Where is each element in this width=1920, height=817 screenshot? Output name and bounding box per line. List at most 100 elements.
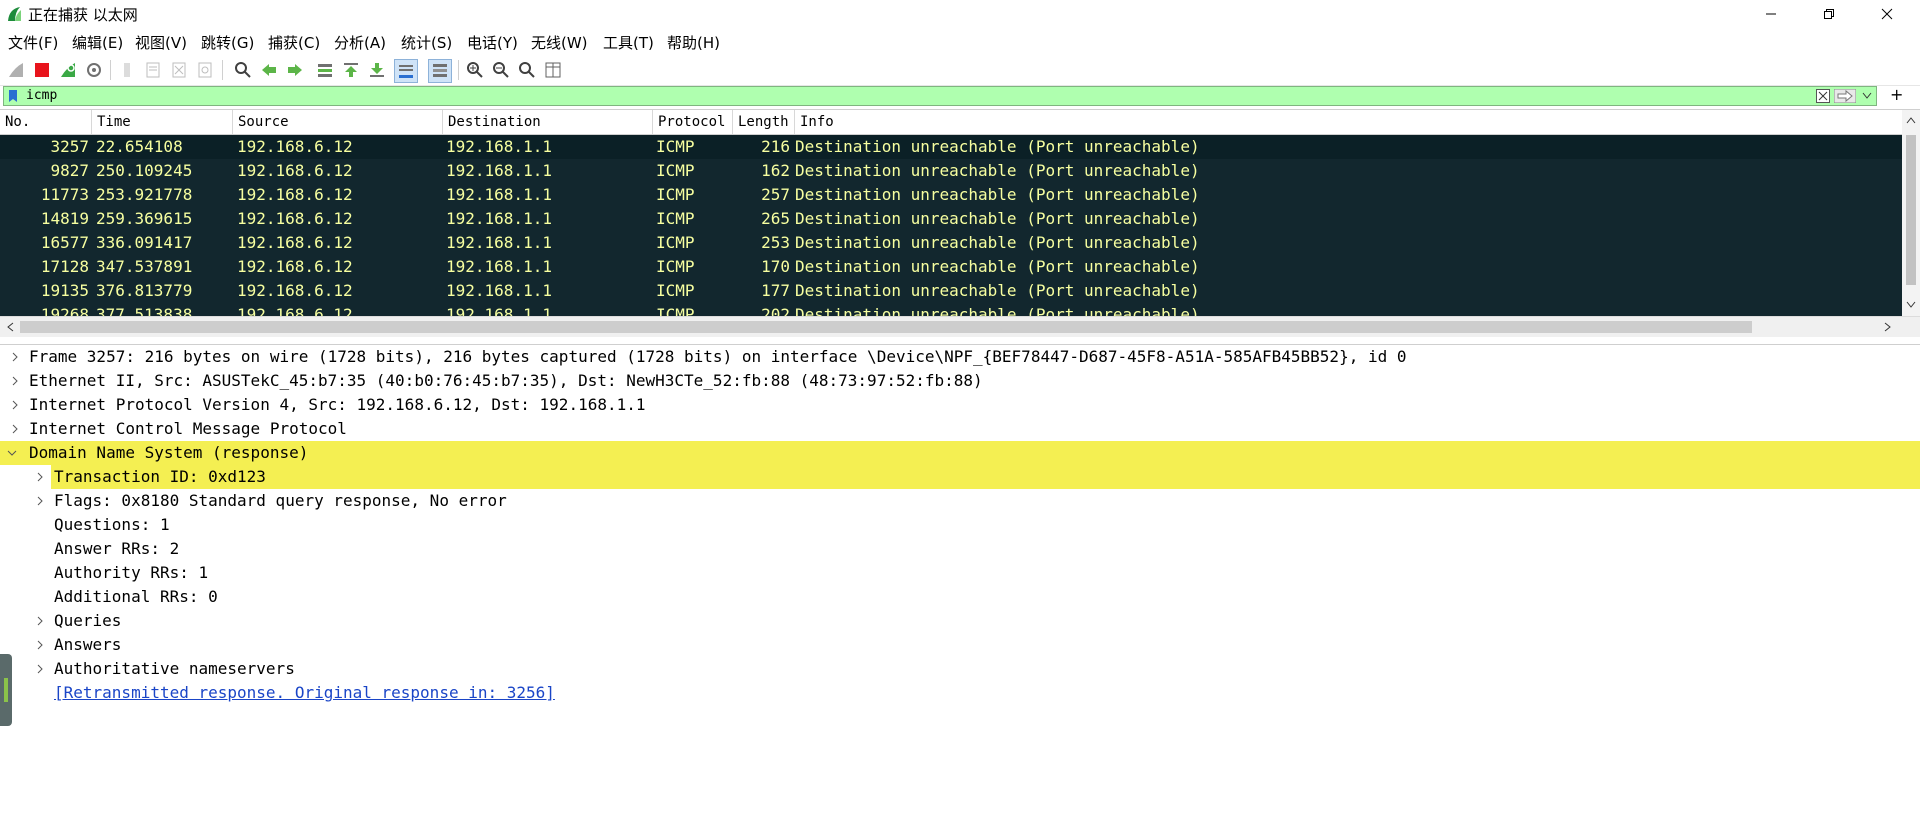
tree-item-icmp[interactable]: Internet Control Message Protocol [0,417,1920,441]
chevron-right-icon[interactable] [33,465,47,489]
clear-filter-icon[interactable] [1816,89,1830,103]
filter-dropdown-icon[interactable] [1862,92,1872,100]
packet-row[interactable]: 9827 250.109245 192.168.6.12 192.168.1.1… [0,159,1902,183]
toolbar-separator [110,60,111,80]
close-window-button[interactable] [1858,0,1916,28]
scroll-right-icon[interactable] [1884,322,1892,332]
side-panel-handle[interactable] [0,654,12,726]
restart-capture-button[interactable] [57,59,79,81]
packet-row[interactable]: 11773 253.921778 192.168.6.12 192.168.1.… [0,183,1902,207]
save-file-button[interactable] [142,59,164,81]
column-header-no[interactable]: No. [0,110,92,134]
autoscroll-icon [399,65,413,78]
open-file-button[interactable] [116,59,138,81]
vertical-scroll-thumb[interactable] [1906,135,1916,285]
chevron-right-icon[interactable] [33,657,47,681]
packet-row[interactable]: 19268 377.513838 192.168.6.12 192.168.1.… [0,303,1902,316]
tree-item-answers[interactable]: Answers [0,633,1920,657]
menu-view[interactable]: 视图(V) [135,32,187,53]
column-header-length[interactable]: Length [733,110,795,134]
display-filter-input[interactable]: icmp [3,86,1877,106]
tree-item-authority-rrs[interactable]: Authority RRs: 1 [0,561,1920,585]
apply-filter-icon[interactable] [1834,89,1856,103]
chevron-right-icon[interactable] [8,345,22,369]
chevron-right-icon[interactable] [33,489,47,513]
tree-item-transaction-id[interactable]: Transaction ID: 0xd123 [37,465,1920,489]
tree-item-flags[interactable]: Flags: 0x8180 Standard query response, N… [0,489,1920,513]
column-header-destination[interactable]: Destination [443,110,653,134]
menu-help[interactable]: 帮助(H) [667,32,720,53]
go-to-packet-button[interactable] [314,59,336,81]
scroll-up-icon[interactable] [1906,116,1916,124]
packet-list-vertical-scrollbar[interactable] [1902,110,1920,316]
packet-source: 192.168.6.12 [237,281,353,300]
chevron-right-icon[interactable] [8,417,22,441]
reload-file-button[interactable] [194,59,216,81]
scroll-down-icon[interactable] [1906,301,1916,309]
retransmitted-response-link[interactable]: [Retransmitted response. Original respon… [54,681,555,705]
chevron-right-icon[interactable] [33,609,47,633]
restore-button[interactable] [1800,0,1858,28]
capture-options-button[interactable] [83,59,105,81]
autoscroll-button[interactable] [394,59,418,83]
packet-no: 3257 [50,137,89,156]
bookmark-icon[interactable] [8,89,18,103]
stop-capture-button[interactable] [31,59,53,81]
menu-tools[interactable]: 工具(T) [603,32,654,53]
packet-list-horizontal-scrollbar[interactable] [0,316,1920,337]
zoom-in-button[interactable] [464,59,486,81]
menu-wireless[interactable]: 无线(W) [531,32,588,53]
column-header-source[interactable]: Source [233,110,443,134]
close-file-button[interactable] [168,59,190,81]
last-packet-button[interactable] [366,59,388,81]
zoom-out-button[interactable] [490,59,512,81]
packet-time: 250.109245 [96,161,193,180]
first-packet-button[interactable] [340,59,362,81]
scroll-left-icon[interactable] [6,322,14,332]
go-to-packet-icon [318,64,332,77]
tree-item-answer-rrs[interactable]: Answer RRs: 2 [0,537,1920,561]
go-forward-button[interactable] [284,59,306,81]
start-capture-button[interactable] [5,59,27,81]
find-packet-button[interactable] [232,59,254,81]
column-header-info[interactable]: Info [795,110,1902,134]
tree-item-authoritative-nameservers[interactable]: Authoritative nameservers [0,657,1920,681]
menu-file[interactable]: 文件(F) [8,32,58,53]
tree-item-label: Authority RRs: 1 [54,563,209,582]
horizontal-scroll-thumb[interactable] [20,321,1752,333]
menu-go[interactable]: 跳转(G) [201,32,254,53]
tree-item-frame[interactable]: Frame 3257: 216 bytes on wire (1728 bits… [0,345,1920,369]
tree-item-ipv4[interactable]: Internet Protocol Version 4, Src: 192.16… [0,393,1920,417]
menu-edit[interactable]: 编辑(E) [72,32,123,53]
go-back-button[interactable] [258,59,280,81]
packet-row[interactable]: 19135 376.813779 192.168.6.12 192.168.1.… [0,279,1902,303]
tree-item-ethernet[interactable]: Ethernet II, Src: ASUSTekC_45:b7:35 (40:… [0,369,1920,393]
packet-no: 16577 [40,233,89,252]
colorize-button[interactable] [428,59,452,83]
tree-item-retransmitted-link[interactable]: [Retransmitted response. Original respon… [0,681,1920,705]
menu-capture[interactable]: 捕获(C) [268,32,320,53]
packet-source: 192.168.6.12 [237,137,353,156]
packet-length: 170 [761,257,790,276]
chevron-down-icon[interactable] [5,441,19,465]
tree-item-questions[interactable]: Questions: 1 [0,513,1920,537]
minimize-button[interactable] [1742,0,1800,28]
tree-item-dns[interactable]: Domain Name System (response) [0,441,1920,465]
chevron-right-icon[interactable] [8,369,22,393]
add-filter-button[interactable]: + [1890,85,1903,104]
column-header-protocol[interactable]: Protocol [653,110,733,134]
resize-columns-button[interactable] [542,59,564,81]
tree-item-queries[interactable]: Queries [0,609,1920,633]
tree-item-additional-rrs[interactable]: Additional RRs: 0 [0,585,1920,609]
packet-row[interactable]: 14819 259.369615 192.168.6.12 192.168.1.… [0,207,1902,231]
chevron-right-icon[interactable] [8,393,22,417]
packet-row[interactable]: 17128 347.537891 192.168.6.12 192.168.1.… [0,255,1902,279]
menu-telephony[interactable]: 电话(Y) [467,32,518,53]
zoom-normal-button[interactable] [516,59,538,81]
menu-analyze[interactable]: 分析(A) [334,32,386,53]
packet-row[interactable]: 16577 336.091417 192.168.6.12 192.168.1.… [0,231,1902,255]
chevron-right-icon[interactable] [33,633,47,657]
packet-row[interactable]: 3257 22.654108 192.168.6.12 192.168.1.1 … [0,135,1902,159]
menu-statistics[interactable]: 统计(S) [401,32,452,53]
column-header-time[interactable]: Time [92,110,233,134]
